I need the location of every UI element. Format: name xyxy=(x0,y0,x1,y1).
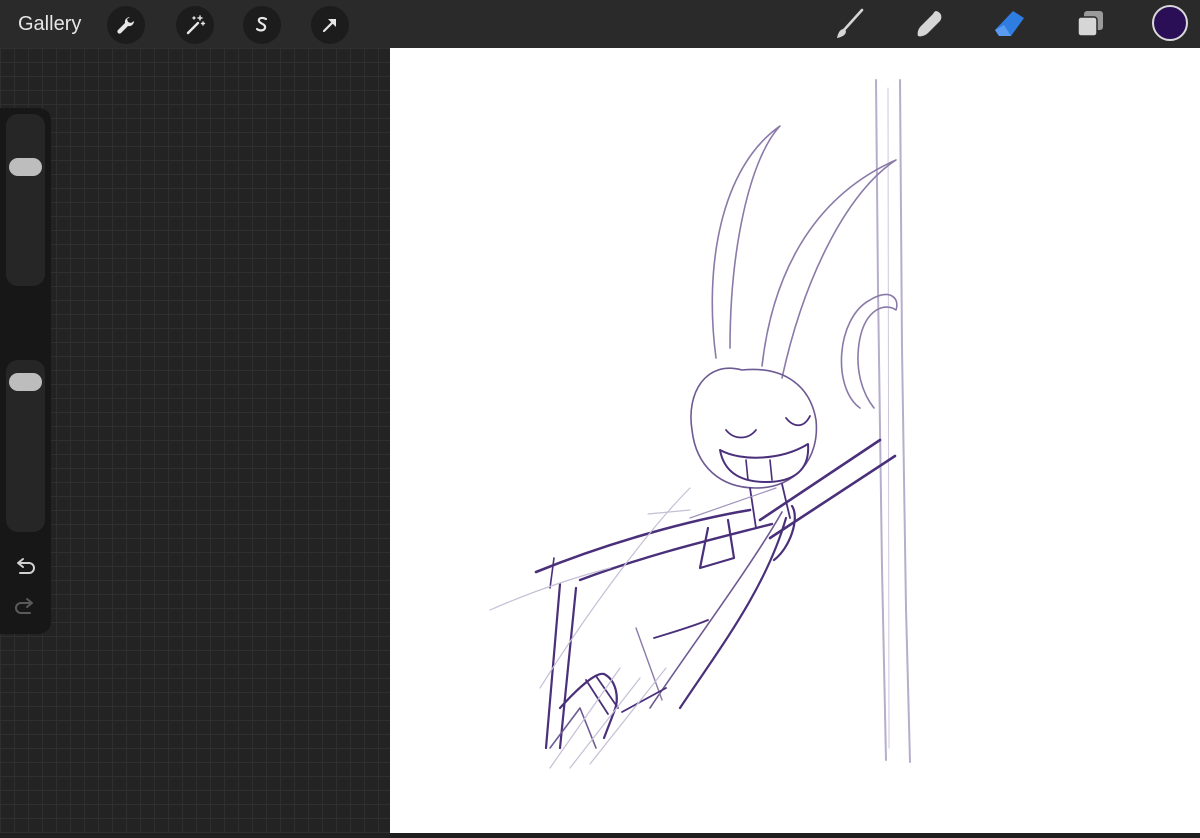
transform-arrow-icon xyxy=(322,19,336,33)
layers-button[interactable] xyxy=(1070,4,1110,44)
redo-icon xyxy=(15,598,33,614)
magic-wand-icon xyxy=(186,15,206,35)
transform-button[interactable] xyxy=(311,6,349,44)
color-picker-button[interactable] xyxy=(1152,5,1188,41)
top-toolbar: Gallery xyxy=(0,0,1200,48)
brush-icon xyxy=(837,8,864,38)
smudge-tool-button[interactable] xyxy=(910,4,950,44)
side-toolbar xyxy=(0,108,51,634)
gallery-button[interactable]: Gallery xyxy=(18,12,81,36)
workspace-background xyxy=(0,48,390,833)
undo-button[interactable] xyxy=(12,556,38,578)
wrench-icon xyxy=(117,16,135,34)
eraser-tool-button[interactable] xyxy=(990,4,1030,44)
layers-icon xyxy=(1077,11,1103,37)
brush-size-slider[interactable] xyxy=(6,114,45,286)
adjustments-button[interactable] xyxy=(176,6,214,44)
selection-button[interactable] xyxy=(243,6,281,44)
actions-wrench-button[interactable] xyxy=(107,6,145,44)
brush-tool-button[interactable] xyxy=(830,4,870,44)
opacity-handle[interactable] xyxy=(9,373,42,392)
undo-icon xyxy=(17,558,35,574)
bunny-sketch xyxy=(489,79,911,769)
opacity-slider[interactable] xyxy=(6,360,45,532)
drawing-canvas[interactable] xyxy=(390,48,1200,833)
redo-button[interactable] xyxy=(12,596,38,618)
selection-icon xyxy=(255,16,268,32)
smudge-icon xyxy=(917,11,942,37)
brush-size-handle[interactable] xyxy=(9,158,42,177)
eraser-icon xyxy=(995,11,1024,36)
